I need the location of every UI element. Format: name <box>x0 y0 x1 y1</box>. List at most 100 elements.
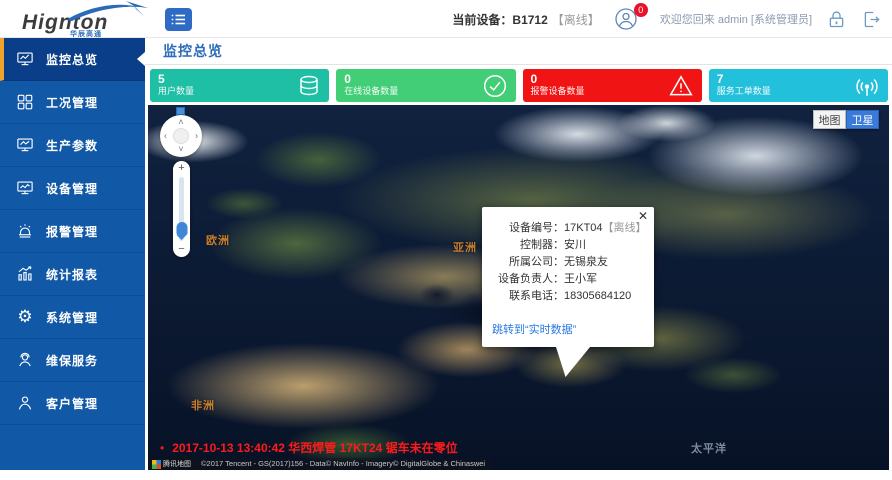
sidebar-item-label: 生产参数 <box>46 137 98 154</box>
map-type-map-button[interactable]: 地图 <box>813 110 846 129</box>
notification-badge: 0 <box>634 3 648 17</box>
sidebar-item-label: 设备管理 <box>46 180 98 197</box>
zoom-out-button[interactable]: − <box>178 244 184 255</box>
alarm-ticker: • 2017-10-13 13:40:42 华西焊管 17KT24 锯车未在零位 <box>160 439 458 456</box>
pan-right-arrow[interactable]: › <box>195 132 198 141</box>
close-icon[interactable]: ✕ <box>638 210 648 222</box>
map-overview-button[interactable] <box>176 107 185 115</box>
popup-row-value: 17KT04 <box>564 220 603 237</box>
sidebar-item-label: 监控总览 <box>46 51 98 68</box>
map-canvas[interactable]: ˄ ˅ ‹ › + − 地图 卫星 欧洲 亚洲 非洲 中 国 太平洋 ✕ 设备编… <box>148 105 889 470</box>
user-menu-button[interactable]: 0 <box>614 7 640 31</box>
current-device-status: 【离线】 <box>552 13 600 27</box>
monitor-overview-icon <box>16 50 34 68</box>
sidebar-item-label: 统计报表 <box>46 266 98 283</box>
current-device-label: 当前设备：B1712 <box>452 13 547 27</box>
popup-row-label: 控制器： <box>492 237 564 254</box>
sidebar-item-working-conditions[interactable]: 工况管理 <box>0 81 145 124</box>
map-label-asia: 亚洲 <box>453 239 477 255</box>
sidebar-item-maintenance-service[interactable]: 维保服务 <box>0 339 145 382</box>
sidebar-item-customer-management[interactable]: 客户管理 <box>0 382 145 425</box>
production-monitor-icon <box>16 136 34 154</box>
stat-card-users[interactable]: 5 用户数量 <box>150 69 329 102</box>
customer-icon <box>16 394 34 412</box>
lock-button[interactable] <box>826 9 847 30</box>
sidebar-item-system-management[interactable]: ⚙ 系统管理 <box>0 296 145 339</box>
sidebar-item-production-params[interactable]: 生产参数 <box>0 124 145 167</box>
popup-row-value: 无锡泉友 <box>564 254 644 271</box>
sidebar-item-statistics-reports[interactable]: 统计报表 <box>0 253 145 296</box>
database-icon <box>297 74 321 98</box>
check-circle-icon <box>482 73 508 99</box>
map-zoom-control: + − <box>173 161 190 257</box>
zoom-in-button[interactable]: + <box>178 163 184 174</box>
welcome-text: 欢迎您回来 admin [系统管理员] <box>660 11 812 27</box>
maintenance-service-icon <box>16 351 34 369</box>
tencent-logo-text: 腾讯地图 <box>163 459 191 469</box>
page-title-bar: 监控总览 <box>145 38 892 65</box>
stat-card-online-devices[interactable]: 0 在线设备数量 <box>336 69 515 102</box>
sidebar-item-monitor-overview[interactable]: 监控总览 <box>0 38 145 81</box>
popup-row-phone: 联系电话： 18305684120 <box>492 288 644 305</box>
device-monitor-icon <box>16 179 34 197</box>
sidebar-item-label: 客户管理 <box>46 395 98 412</box>
stat-card-alarm-devices[interactable]: 0 报警设备数量 <box>523 69 702 102</box>
popup-row-company: 所属公司： 无锡泉友 <box>492 254 644 271</box>
gear-icon: ⚙ <box>16 308 34 326</box>
zoom-slider[interactable] <box>179 177 184 241</box>
tencent-maps-logo: 腾讯地图 <box>148 458 195 470</box>
popup-row-controller: 控制器： 安川 <box>492 237 644 254</box>
popup-row-label: 设备负责人： <box>492 271 564 288</box>
current-device: 当前设备：B1712 【离线】 <box>452 11 599 28</box>
sidebar: 监控总览 工况管理 生产参数 设备管理 报警管理 <box>0 38 145 470</box>
ticker-bullet: • <box>160 441 164 455</box>
popup-row-label: 所属公司： <box>492 254 564 271</box>
map-type-satellite-button[interactable]: 卫星 <box>846 110 879 129</box>
pan-left-arrow[interactable]: ‹ <box>164 132 167 141</box>
map-label-africa: 非洲 <box>191 397 215 413</box>
sidebar-item-alarm-management[interactable]: 报警管理 <box>0 210 145 253</box>
logo: Hignton 华辰高通 <box>12 2 142 36</box>
map-pan-control: ˄ ˅ ‹ › <box>160 115 202 157</box>
warning-triangle-icon <box>668 73 694 99</box>
logout-button[interactable] <box>861 9 882 30</box>
popup-row-value: 18305684120 <box>564 288 644 305</box>
sidebar-item-label: 系统管理 <box>46 309 98 326</box>
broadcast-icon <box>854 73 880 99</box>
stat-card-work-orders[interactable]: 7 服务工单数量 <box>709 69 888 102</box>
alarm-icon <box>16 222 34 240</box>
pan-center-button[interactable] <box>173 128 189 144</box>
main-content: 监控总览 5 用户数量 0 在线设备数量 0 报警设备数量 <box>145 38 892 480</box>
list-icon <box>171 13 186 26</box>
page-title: 监控总览 <box>163 41 223 61</box>
pan-up-arrow[interactable]: ˄ <box>178 118 183 127</box>
ticker-text: 2017-10-13 13:40:42 华西焊管 17KT24 锯车未在零位 <box>172 439 457 456</box>
device-info-popup: ✕ 设备编号： 17KT04 【离线】 控制器： 安川 所属公司： 无锡泉友 设… <box>482 207 654 347</box>
menu-toggle-button[interactable] <box>165 8 192 31</box>
popup-row-value: 安川 <box>564 237 644 254</box>
logout-icon <box>861 9 882 30</box>
popup-row-device-id: 设备编号： 17KT04 【离线】 <box>492 220 644 237</box>
lock-icon <box>826 9 847 30</box>
grid-icon <box>16 93 34 111</box>
stat-cards-row: 5 用户数量 0 在线设备数量 0 报警设备数量 <box>145 65 892 102</box>
popup-row-value: 王小军 <box>564 271 644 288</box>
map-label-europe: 欧洲 <box>206 232 230 248</box>
sidebar-item-device-management[interactable]: 设备管理 <box>0 167 145 210</box>
logo-swoosh-icon <box>64 0 150 22</box>
popup-row-label: 设备编号： <box>492 220 564 237</box>
sidebar-item-label: 工况管理 <box>46 94 98 111</box>
pan-down-arrow[interactable]: ˅ <box>178 145 183 154</box>
zoom-slider-thumb[interactable] <box>176 222 187 235</box>
chart-report-icon <box>16 265 34 283</box>
logo-subtitle: 华辰高通 <box>70 29 102 39</box>
map-label-pacific: 太平洋 <box>691 440 727 456</box>
map-type-toggle: 地图 卫星 <box>813 110 879 129</box>
popup-row-label: 联系电话： <box>492 288 564 305</box>
sidebar-item-label: 报警管理 <box>46 223 98 240</box>
header: Hignton 华辰高通 当前设备：B1712 【离线】 0 欢迎您回来 admi… <box>0 0 892 38</box>
sidebar-item-label: 维保服务 <box>46 352 98 369</box>
attribution-text: ©2017 Tencent - GS(2017)156 - Data© NavI… <box>195 458 491 470</box>
realtime-data-link[interactable]: 跳转到“实时数据” <box>492 321 644 337</box>
map-attribution: 腾讯地图 ©2017 Tencent - GS(2017)156 - Data©… <box>148 458 491 470</box>
